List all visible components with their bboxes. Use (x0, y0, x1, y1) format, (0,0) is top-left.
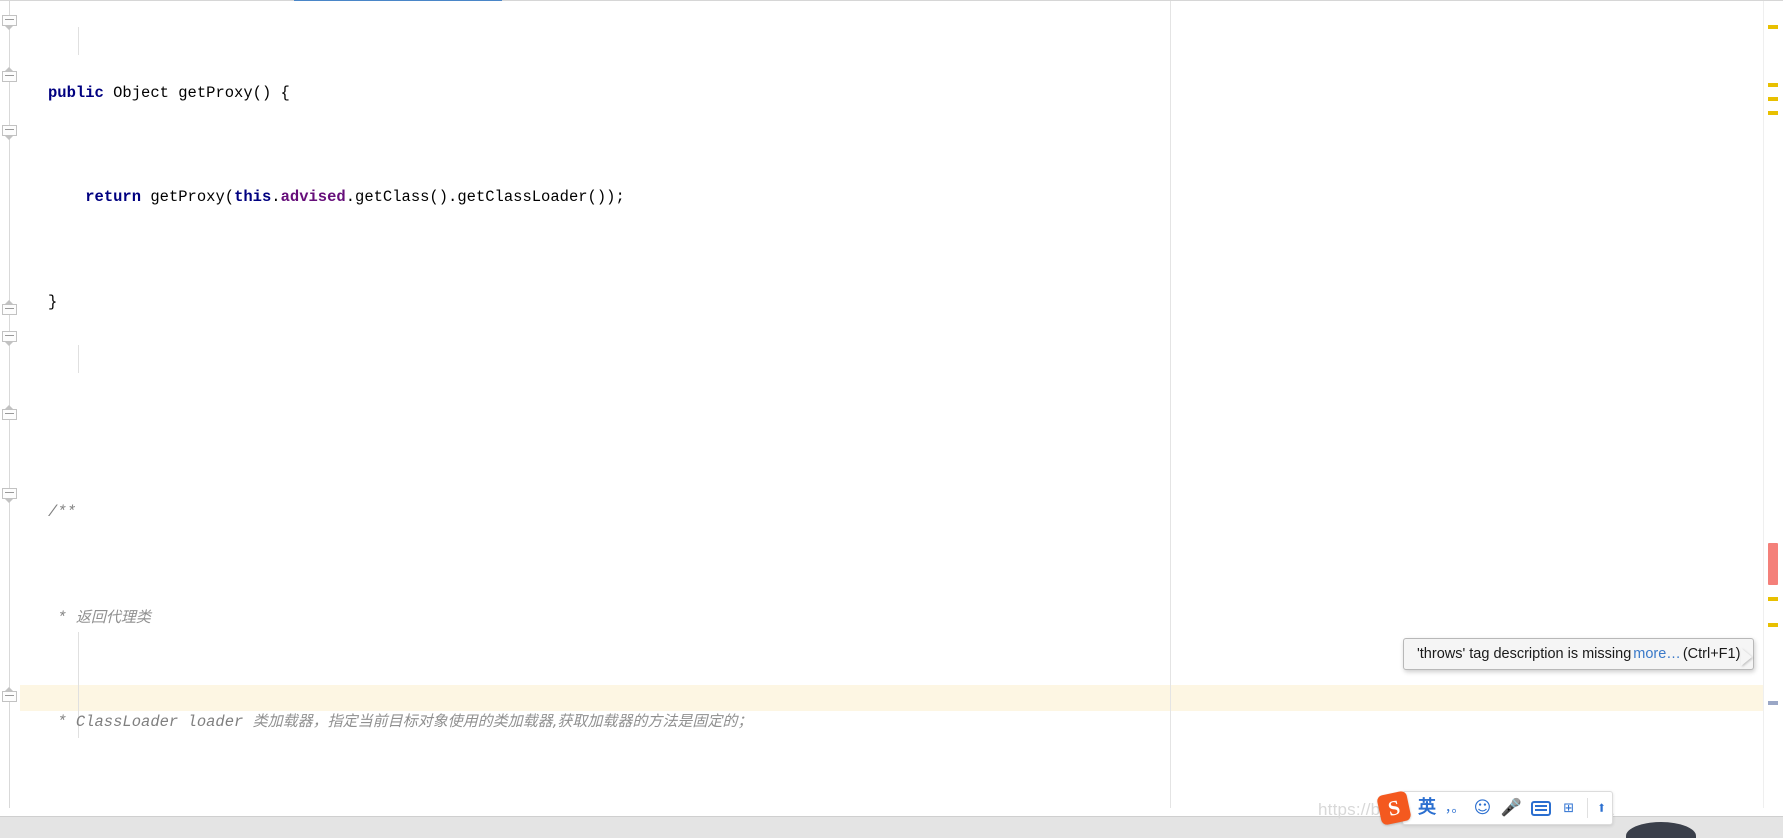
inspection-tooltip: 'throws' tag description is missing more… (1403, 638, 1755, 670)
warning-marker[interactable] (1768, 83, 1778, 87)
sogou-ime-toolbar[interactable]: S 英 ，。 ☺ 🎤 ⊞ ⬆ (1376, 790, 1614, 826)
expand-arrow-icon[interactable]: ⬆ (1597, 798, 1607, 818)
toolbox-icon[interactable]: ⊞ (1560, 796, 1578, 820)
javadoc-line[interactable]: * ClassLoader loader 类加载器，指定当前目标对象使用的类加载… (20, 708, 1508, 734)
code-line[interactable]: /** (20, 499, 1508, 525)
fold-marker[interactable] (2, 687, 17, 706)
warning-marker[interactable] (1768, 97, 1778, 101)
javadoc-cn-text: 类加载器，指定当前目标对象使用的类加载器,获取加载器的方法是固定的； (252, 712, 753, 731)
editor-window: public Object getProxy() { return getPro… (0, 0, 1783, 838)
tooltip-more-link[interactable]: more… (1633, 646, 1681, 662)
warning-marker[interactable] (1768, 597, 1778, 601)
soft-keyboard-icon[interactable] (1530, 800, 1551, 816)
tooltip-pointer (1741, 648, 1752, 666)
fold-marker[interactable] (2, 300, 17, 319)
fold-marker[interactable] (2, 67, 17, 86)
input-mode-icon[interactable]: 英 (1418, 796, 1436, 820)
source-code[interactable]: public Object getProxy() { return getPro… (20, 1, 1508, 808)
punctuation-icon[interactable]: ，。 (1445, 796, 1465, 820)
code-line[interactable]: } (20, 289, 1508, 315)
voice-input-icon[interactable]: 🎤 (1501, 796, 1522, 820)
code-line[interactable] (20, 394, 1508, 420)
ime-divider (1586, 798, 1588, 818)
fold-gutter[interactable] (0, 1, 20, 808)
code-line[interactable]: return getProxy(this.advised.getClass().… (20, 184, 1508, 210)
javadoc-summary-line[interactable]: * 返回代理类 (20, 604, 1508, 630)
fold-marker[interactable] (2, 331, 17, 346)
fold-marker[interactable] (2, 125, 17, 140)
tooltip-message: 'throws' tag description is missing (1417, 646, 1632, 662)
tooltip-shortcut: (Ctrl+F1) (1682, 646, 1741, 662)
fold-marker[interactable] (2, 15, 17, 30)
warning-marker[interactable] (1768, 623, 1778, 627)
sogou-logo-icon[interactable]: S (1376, 790, 1412, 826)
emoji-icon[interactable]: ☺ (1474, 796, 1492, 820)
warning-marker[interactable] (1768, 111, 1778, 115)
error-marker[interactable] (1768, 543, 1778, 585)
marker-scrollbar-gutter[interactable] (1763, 1, 1783, 808)
fold-marker[interactable] (2, 488, 17, 503)
code-editor-area[interactable]: public Object getProxy() { return getPro… (20, 1, 1763, 808)
code-line[interactable]: public Object getProxy() { (20, 80, 1508, 106)
info-marker[interactable] (1768, 701, 1778, 705)
fold-marker[interactable] (2, 405, 17, 424)
warning-marker[interactable] (1768, 25, 1778, 29)
